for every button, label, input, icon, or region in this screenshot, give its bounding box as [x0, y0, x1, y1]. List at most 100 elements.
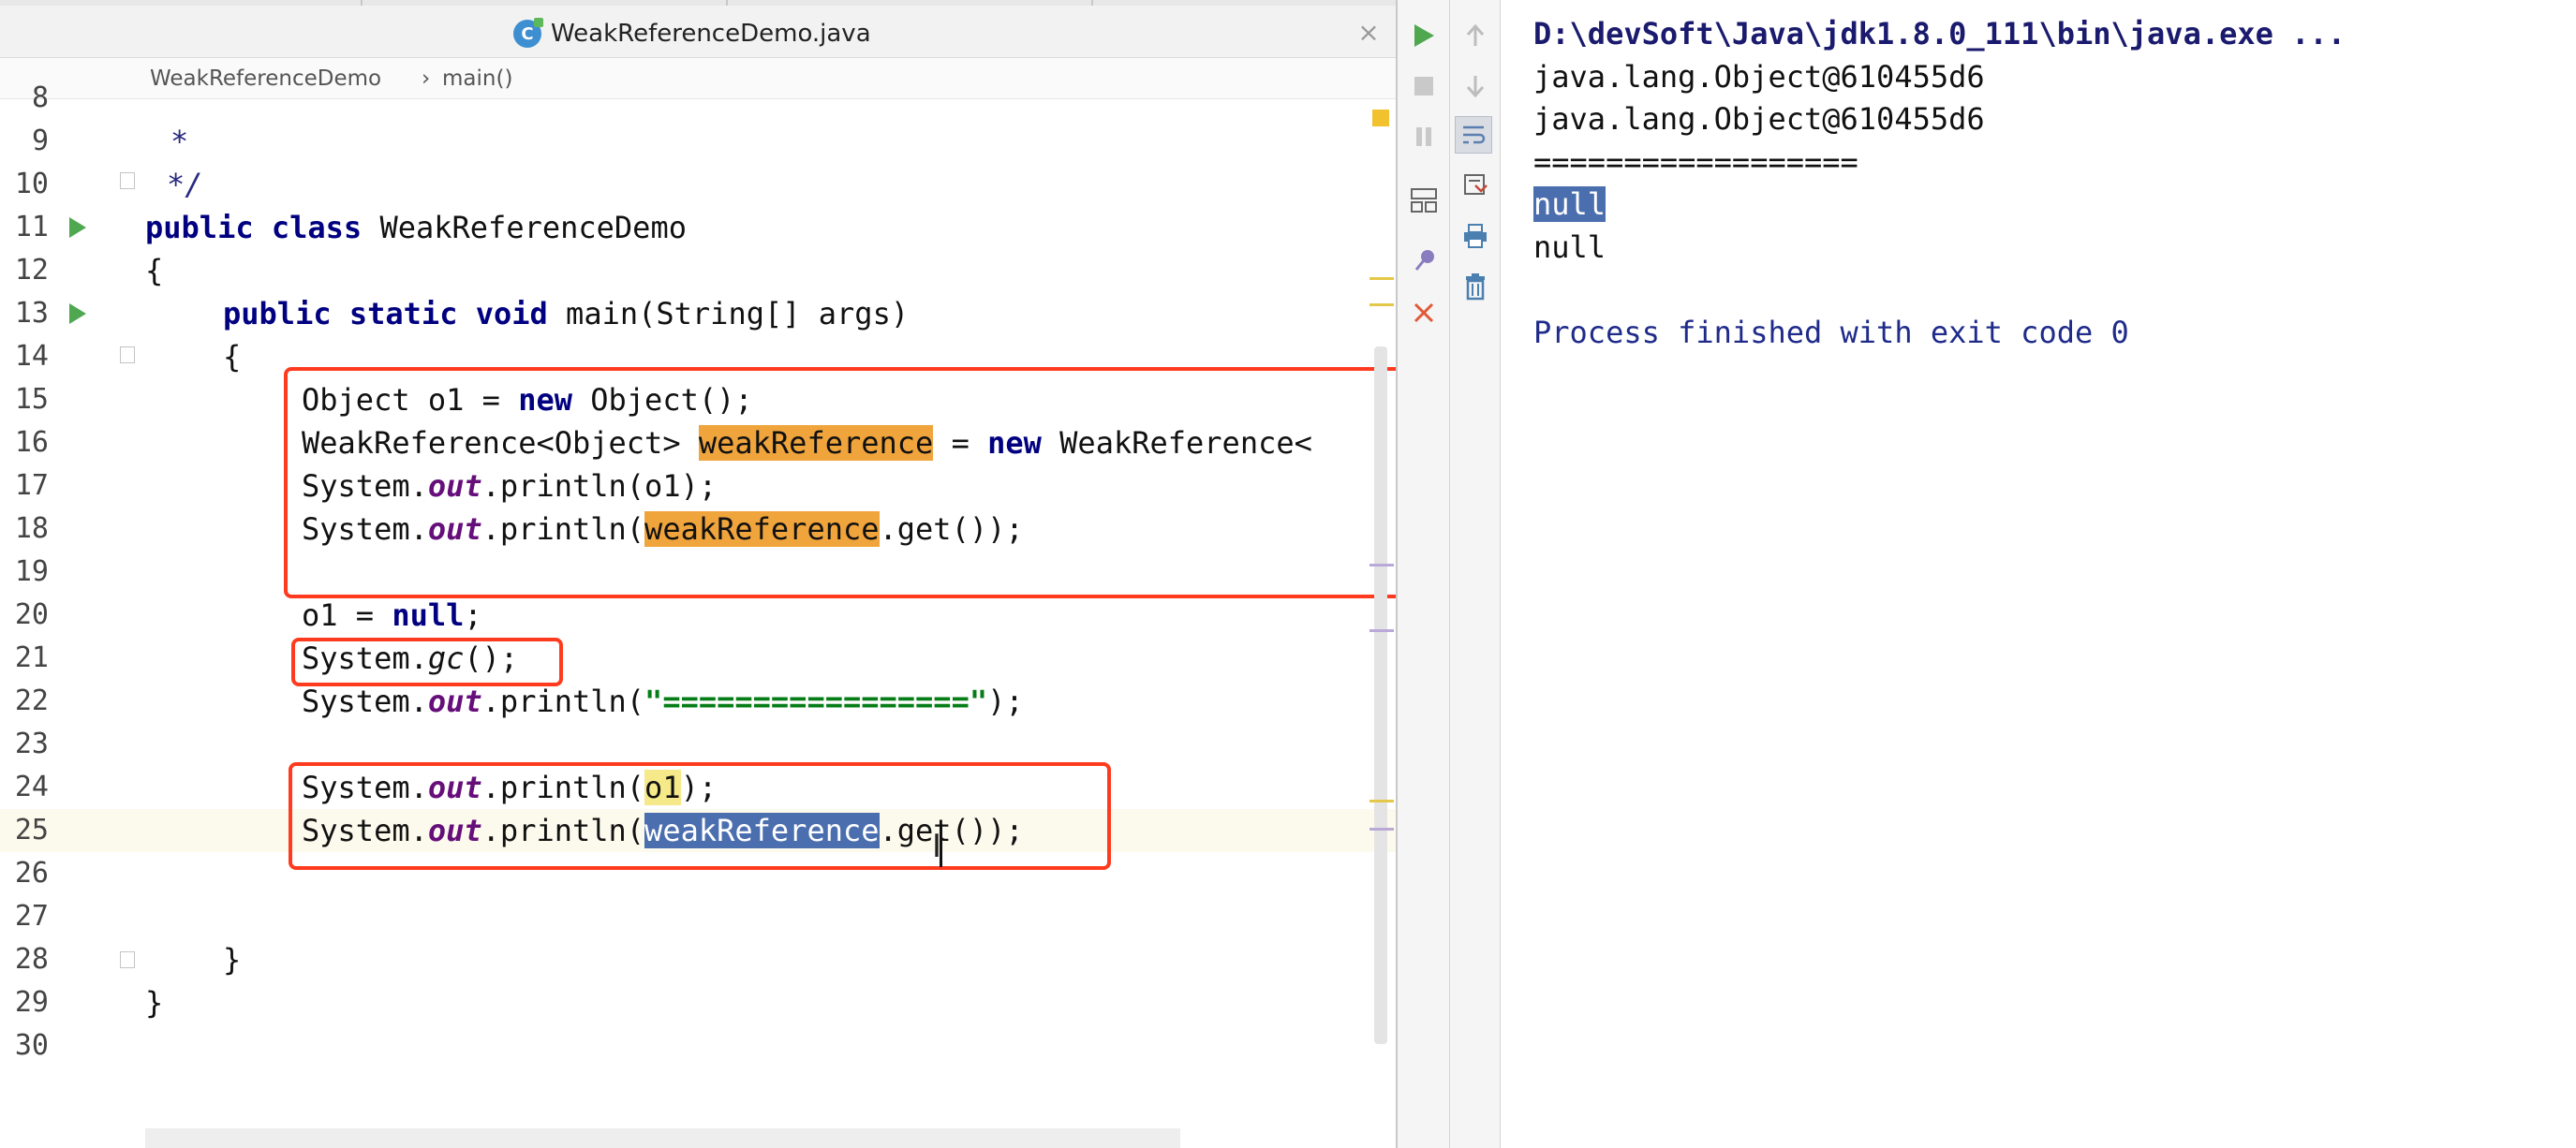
stripe-marker[interactable] — [1369, 800, 1394, 802]
code-text: } — [145, 985, 164, 1021]
line-number: 13 — [14, 297, 49, 330]
line-number: 11 — [14, 211, 49, 243]
line-number: 26 — [14, 857, 49, 890]
line-number: 10 — [14, 168, 49, 200]
annotation-box-after-gc — [289, 762, 1111, 870]
fold-marker-icon[interactable] — [120, 951, 135, 968]
tab-label: WeakReferenceDemo.java — [551, 20, 871, 48]
selected-console-text: null — [1533, 186, 1606, 222]
trash-icon[interactable] — [1457, 268, 1494, 305]
method-signature: main(String[] args) — [566, 296, 910, 331]
process-exit-message: Process finished with exit code 0 — [1533, 314, 2129, 350]
stop-icon[interactable] — [1405, 67, 1443, 105]
code-line: 10 */ — [0, 163, 1396, 206]
code-editor[interactable]: C WeakReferenceDemo.java × WeakReference… — [0, 0, 1479, 1148]
code-token: ); — [987, 684, 1024, 719]
java-class-icon: C — [513, 18, 543, 48]
stripe-marker[interactable] — [1369, 629, 1394, 632]
code-line: 21 System.gc(); — [0, 637, 1396, 680]
pause-icon[interactable] — [1405, 118, 1443, 155]
annotation-box-gc — [291, 638, 563, 686]
code-text: } — [223, 942, 242, 978]
line-number: 23 — [14, 728, 49, 760]
code-token: System. — [302, 684, 428, 719]
console-output-line: java.lang.Object@610455d6 — [1533, 58, 1985, 95]
line-number: 24 — [14, 771, 49, 803]
editor-tab[interactable]: C WeakReferenceDemo.java — [513, 15, 871, 52]
line-number: 19 — [14, 555, 49, 588]
line-number: 18 — [14, 512, 49, 545]
line-number: 17 — [14, 469, 49, 502]
code-line: 11 public class WeakReferenceDemo — [0, 206, 1396, 249]
horizontal-scrollbar[interactable] — [145, 1128, 1180, 1148]
run-toolbar-primary — [1398, 0, 1450, 1148]
line-number: 16 — [14, 426, 49, 459]
scroll-to-end-icon[interactable] — [1457, 167, 1494, 204]
layout-icon[interactable] — [1405, 182, 1443, 219]
code-text: public static void main(String[] args) — [223, 292, 909, 335]
stripe-marker[interactable] — [1369, 828, 1394, 831]
line-number: 25 — [14, 814, 49, 846]
line-number: 8 — [31, 81, 49, 114]
run-gutter-icon[interactable] — [69, 217, 86, 238]
code-line: 13 public static void main(String[] args… — [0, 292, 1396, 335]
code-line: 12 { — [0, 249, 1396, 292]
comment-text: * — [170, 124, 189, 159]
stripe-marker[interactable] — [1369, 564, 1394, 567]
code-token: .println( — [481, 684, 645, 719]
close-tab-icon[interactable]: × — [1355, 19, 1383, 47]
run-gutter-icon[interactable] — [69, 303, 86, 324]
code-text: { — [145, 253, 164, 288]
fold-marker-icon[interactable] — [120, 346, 135, 363]
code-line: 27 — [0, 895, 1396, 938]
console-output-line: null — [1533, 184, 2564, 227]
comment-text: */ — [167, 167, 203, 202]
line-number: 27 — [14, 900, 49, 933]
line-number: 20 — [14, 598, 49, 631]
run-tool-window: D:\devSoft\Java\jdk1.8.0_111\bin\java.ex… — [1396, 0, 2576, 1148]
close-icon[interactable] — [1405, 294, 1443, 331]
stripe-marker[interactable] — [1369, 303, 1394, 306]
console-output-line: null — [1533, 228, 1606, 265]
code-area[interactable]: 8 9 * 10 */ 11 public class WeakReferenc… — [0, 81, 1396, 1129]
line-number: 28 — [14, 943, 49, 976]
keyword: null — [392, 597, 465, 633]
code-line: 30 — [0, 1024, 1396, 1067]
code-token: o1 = — [302, 597, 392, 633]
up-arrow-icon[interactable] — [1457, 17, 1494, 54]
code-text: o1 = null; — [302, 594, 482, 637]
stripe-marker[interactable] — [1369, 277, 1394, 280]
code-line: 20 o1 = null; — [0, 594, 1396, 637]
print-icon[interactable] — [1457, 217, 1494, 255]
console-output[interactable]: D:\devSoft\Java\jdk1.8.0_111\bin\java.ex… — [1533, 13, 2564, 354]
code-text: public class WeakReferenceDemo — [145, 206, 687, 249]
pin-icon[interactable] — [1405, 242, 1443, 279]
code-line: 8 — [0, 77, 1396, 120]
code-line: 29 } — [0, 981, 1396, 1024]
line-number: 30 — [14, 1029, 49, 1062]
code-token: ; — [464, 597, 482, 633]
down-arrow-icon[interactable] — [1457, 67, 1494, 105]
keyword: public static void — [223, 296, 548, 331]
annotation-box-strong-ref — [284, 367, 1479, 598]
keyword: public class — [145, 210, 363, 245]
line-number: 9 — [31, 125, 49, 157]
code-line: 22 System.out.println("=================… — [0, 680, 1396, 723]
editor-tab-bar: C WeakReferenceDemo.java × — [0, 6, 1396, 58]
fold-marker-icon[interactable] — [120, 172, 135, 189]
error-stripe[interactable] — [1369, 99, 1396, 1036]
ibeam-cursor-icon: I — [932, 828, 942, 865]
soft-wrap-icon[interactable] — [1455, 116, 1492, 154]
console-output-line: ================== — [1533, 143, 1858, 180]
code-text: { — [223, 339, 242, 375]
string-literal: "=================" — [644, 684, 988, 719]
console-output-line: java.lang.Object@610455d6 — [1533, 101, 1985, 137]
rerun-icon[interactable] — [1405, 17, 1443, 54]
code-line: 23 — [0, 723, 1396, 766]
class-name: WeakReferenceDemo — [379, 210, 687, 245]
line-number: 14 — [14, 340, 49, 373]
line-number: 22 — [14, 684, 49, 717]
line-number: 12 — [14, 254, 49, 287]
code-line: 9 * — [0, 120, 1396, 163]
